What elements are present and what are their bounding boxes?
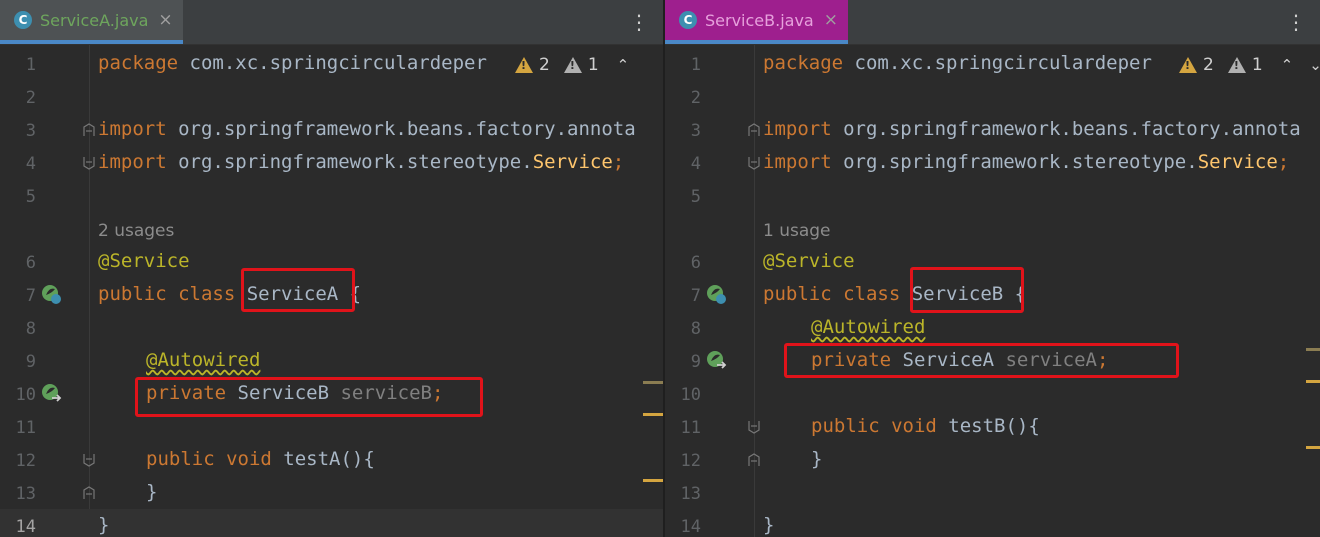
code-line: 14 } [680, 514, 775, 537]
more-options-icon[interactable]: ⋮ [1286, 12, 1306, 32]
code-line: 12 } [680, 448, 823, 471]
fold-icon[interactable] [83, 486, 95, 500]
error-stripe-mark[interactable] [1306, 446, 1320, 449]
class-icon: C [679, 11, 697, 29]
weak-warning-icon [1227, 57, 1246, 73]
inspection-widget[interactable]: 2 1 ⌃ ⌄ [1173, 55, 1320, 75]
code-line: 3 import org.springframework.beans.facto… [690, 118, 1301, 141]
highlight-field [135, 377, 483, 417]
warning-count: 2 [539, 55, 550, 75]
inspection-widget[interactable]: 2 1 ⌃ [509, 55, 630, 75]
highlight-class-name [910, 267, 1024, 313]
code-line: 12 public void testA(){ [15, 448, 375, 471]
highlight-class-name [241, 268, 355, 312]
error-stripe-mark[interactable] [643, 479, 663, 482]
spring-bean-icon[interactable] [40, 382, 62, 404]
usages-hint[interactable]: 2 usages [98, 221, 174, 241]
tab-servicea[interactable]: C ServiceA.java × [0, 0, 183, 44]
fold-icon[interactable] [83, 123, 95, 137]
chevron-down-icon[interactable]: ⌄ [1309, 56, 1320, 74]
spring-bean-icon[interactable] [40, 283, 62, 305]
code-line-current: 14 } [0, 509, 663, 537]
fold-icon[interactable] [748, 123, 760, 137]
editor-pane-servicea: C ServiceA.java × ⋮ 1 package com.xc.spr… [0, 0, 663, 537]
weak-warning-count: 1 [1251, 55, 1263, 75]
inlay-hint-row: 2 usages [0, 212, 663, 245]
spring-bean-icon[interactable] [705, 283, 727, 305]
tab-label: ServiceB.java [705, 10, 814, 30]
tab-bar: C ServiceB.java × ⋮ [665, 0, 1320, 45]
code-line: 3 import org.springframework.beans.facto… [25, 118, 636, 141]
close-icon[interactable]: × [824, 10, 838, 30]
fold-icon[interactable] [748, 420, 760, 434]
code-line: 13 [680, 484, 701, 504]
class-icon: C [14, 11, 32, 29]
close-icon[interactable]: × [158, 10, 172, 30]
tab-label: ServiceA.java [40, 10, 149, 30]
line-number: 1 [25, 55, 36, 75]
chevron-up-icon[interactable]: ⌃ [617, 56, 630, 74]
error-stripe-mark[interactable] [643, 381, 663, 384]
spring-bean-icon[interactable] [705, 349, 727, 371]
warning-icon [515, 57, 533, 73]
code-line: 2 [25, 88, 36, 108]
editor-pane-serviceb: C ServiceB.java × ⋮ 1 package com.xc.spr… [665, 0, 1320, 537]
fold-icon[interactable] [748, 156, 760, 170]
warning-count: 2 [1203, 55, 1214, 75]
tab-serviceb[interactable]: C ServiceB.java × [665, 0, 848, 44]
weak-warning-icon [563, 57, 582, 73]
code-line: 2 [690, 88, 701, 108]
code-line: 9 @Autowired [25, 349, 261, 372]
code-line: 11 public void testB(){ [680, 415, 1040, 438]
code-line: 5 [690, 187, 701, 207]
error-stripe-mark[interactable] [1306, 348, 1320, 351]
inlay-hint-row: 1 usage [665, 212, 1320, 245]
code-line: 10 [680, 385, 701, 405]
more-options-icon[interactable]: ⋮ [629, 12, 649, 32]
fold-icon[interactable] [748, 453, 760, 467]
code-line: 4 import org.springframework.stereotype.… [690, 151, 1290, 174]
usages-hint[interactable]: 1 usage [763, 221, 831, 241]
error-stripe-mark[interactable] [643, 413, 663, 416]
highlight-field [784, 343, 1179, 378]
code-editor[interactable]: 1 package com.xc.springcirculardeper 2 1… [0, 45, 663, 537]
code-line: 5 [25, 187, 36, 207]
tab-bar: C ServiceA.java × ⋮ [0, 0, 663, 45]
warning-icon [1179, 57, 1197, 73]
error-stripe-mark[interactable] [1306, 380, 1320, 383]
fold-icon[interactable] [83, 453, 95, 467]
code-line: 8 [25, 319, 36, 339]
code-line: 4 import org.springframework.stereotype.… [25, 151, 625, 174]
chevron-up-icon[interactable]: ⌃ [1281, 56, 1294, 74]
weak-warning-count: 1 [587, 55, 599, 75]
code-editor[interactable]: 1 package com.xc.springcirculardeper 2 1… [665, 45, 1320, 537]
code-line: 8 @Autowired [690, 316, 926, 339]
fold-icon[interactable] [83, 156, 95, 170]
code-line: 13 } [15, 481, 158, 504]
